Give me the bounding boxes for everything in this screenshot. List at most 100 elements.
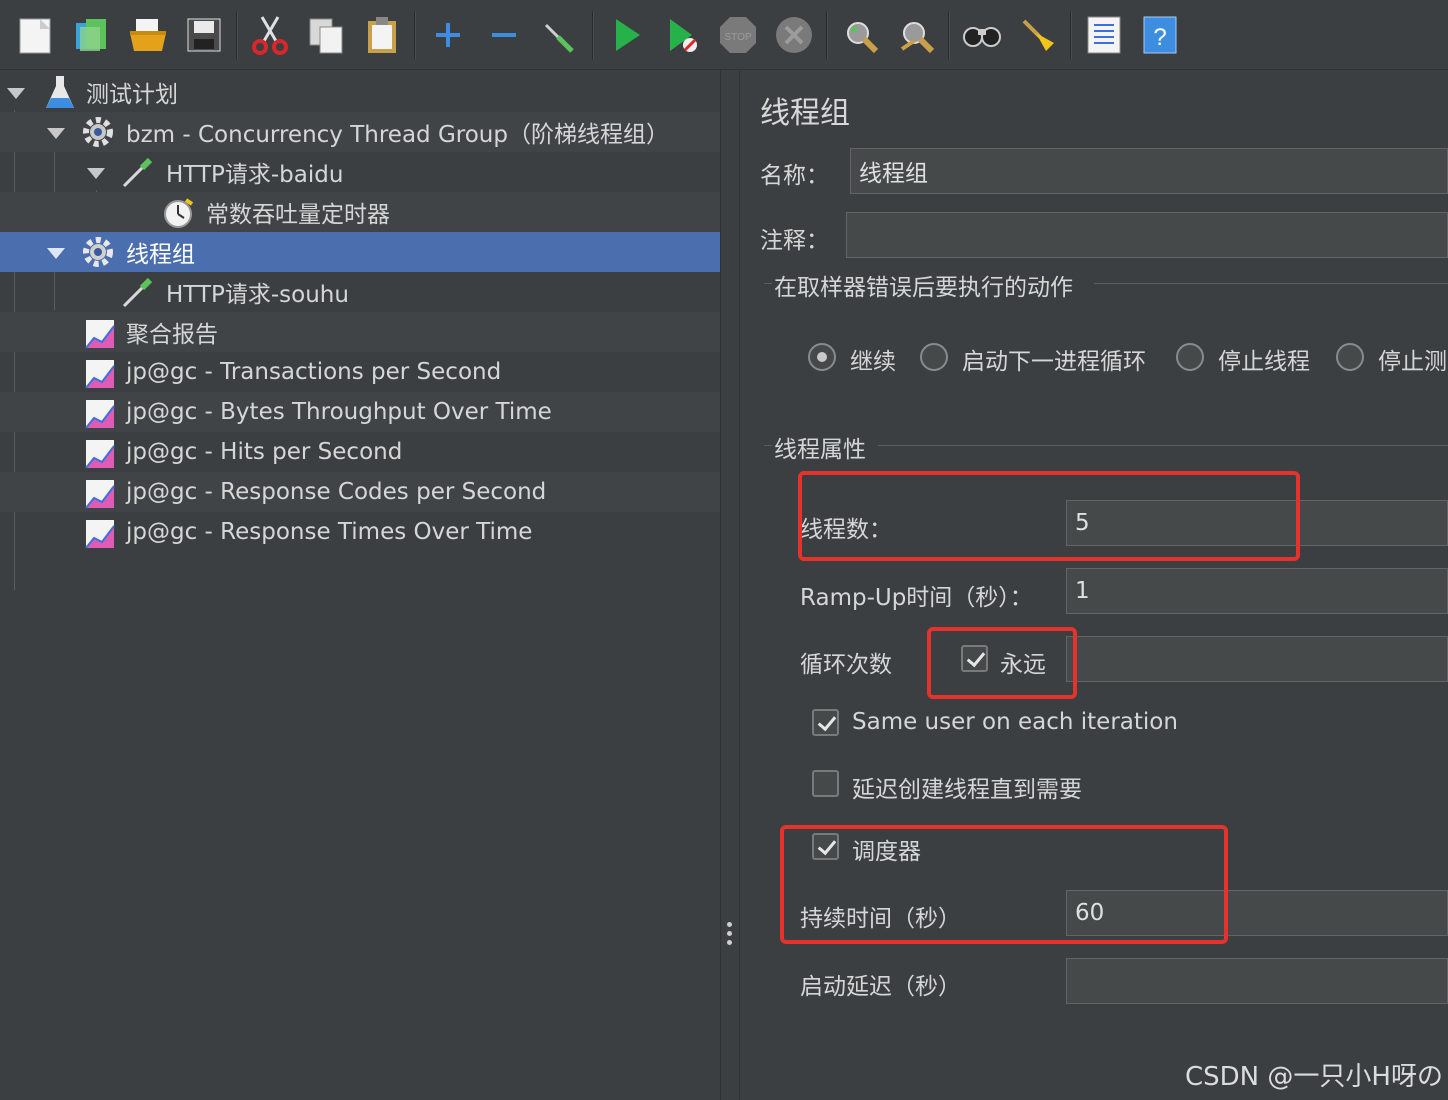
tree-item-label: 聚合报告 [126,322,218,348]
loop-count-label: 循环次数 [800,652,892,678]
templates-icon[interactable] [68,9,116,61]
splitter-grip-icon[interactable] [727,922,733,949]
same-user-checkbox[interactable] [812,709,839,736]
svg-text:?: ? [1153,24,1166,51]
tree-item-label: 测试计划 [86,82,178,108]
test-plan-icon [46,76,74,108]
toolbar-separator [592,10,594,59]
gear-icon [83,237,113,267]
graph-icon [85,320,115,349]
search-icon[interactable] [958,9,1006,61]
group-border [1094,283,1448,284]
paste-icon[interactable] [358,9,406,61]
tree-item-label: 常数吞吐量定时器 [206,202,390,228]
highlight-box-thread-count [798,471,1300,561]
tree-item-transactions-per-second[interactable]: jp@gc - Transactions per Second [0,352,720,392]
copy-icon[interactable] [302,9,350,61]
watermark: CSDN @一只小H呀の [1185,1062,1443,1092]
ramp-up-label: Ramp-Up时间（秒）： [800,585,1033,611]
stop-icon[interactable]: STOP [714,9,762,61]
collapse-arrow-icon[interactable] [87,168,105,179]
toolbar: STOP ? [0,0,1448,70]
gear-icon [83,117,113,147]
toolbar-separator [414,10,416,59]
startup-delay-label: 启动延迟（秒） [800,974,961,1000]
tree-item-label: jp@gc - Response Codes per Second [126,479,547,505]
expand-icon[interactable] [424,9,472,61]
ramp-up-field[interactable]: 1 [1066,568,1448,614]
same-user-label: Same user on each iteration [852,709,1178,735]
tree-item-label: 线程组 [126,242,195,268]
delay-thread-creation-checkbox[interactable] [812,770,839,797]
tree-item-hits-per-second[interactable]: jp@gc - Hits per Second [0,432,720,472]
group-border [764,283,772,284]
toggle-icon[interactable] [536,9,584,61]
shutdown-icon[interactable] [770,9,818,61]
stop-test-radio[interactable] [1336,343,1364,371]
test-plan-tree: 测试计划 bzm - Concurrency Thread Group（阶梯线程… [0,70,720,1100]
collapse-arrow-icon[interactable] [7,88,25,99]
comment-label: 注释： [760,228,829,254]
start-no-pause-icon[interactable] [658,9,706,61]
tree-item-response-times[interactable]: jp@gc - Response Times Over Time [0,512,720,552]
function-helper-icon[interactable] [1080,9,1128,61]
collapse-arrow-icon[interactable] [47,128,65,139]
tree-item-aggregate-report[interactable]: 聚合报告 [0,312,720,352]
tree-item-label: HTTP请求-baidu [166,162,344,188]
tree-item-constant-throughput-timer[interactable]: 常数吞吐量定时器 [0,192,720,232]
tree-item-http-request-baidu[interactable]: HTTP请求-baidu [0,152,720,192]
stop-thread-radio[interactable] [1176,343,1204,371]
help-icon[interactable]: ? [1136,9,1184,61]
pipette-icon [122,277,153,308]
tree-item-label: jp@gc - Transactions per Second [126,359,502,385]
tree-item-bytes-throughput[interactable]: jp@gc - Bytes Throughput Over Time [0,392,720,432]
new-icon[interactable] [12,9,60,61]
start-next-loop-radio-label: 启动下一进程循环 [962,349,1146,375]
graph-icon [85,520,115,549]
reset-search-icon[interactable] [1014,9,1062,61]
name-field[interactable]: 线程组 [850,148,1448,194]
collapse-arrow-icon[interactable] [47,248,65,259]
collapse-icon[interactable] [480,9,528,61]
thread-props-group-title: 线程属性 [774,437,866,463]
toolbar-separator [826,10,828,59]
continue-radio-label: 继续 [850,349,896,375]
tree-item-http-request-souhu[interactable]: HTTP请求-souhu [0,272,720,312]
tree-item-concurrency-thread-group[interactable]: bzm - Concurrency Thread Group（阶梯线程组） [0,112,720,152]
clear-all-icon[interactable] [892,9,940,61]
name-label: 名称： [760,163,829,189]
graph-icon [85,480,115,509]
highlight-box-forever [927,627,1077,699]
pipette-icon [122,157,153,188]
tree-item-test-plan[interactable]: 测试计划 [0,72,720,112]
start-icon[interactable] [602,9,650,61]
graph-icon [85,400,115,429]
start-next-loop-radio[interactable] [920,343,948,371]
toolbar-separator [948,10,950,59]
save-icon[interactable] [180,9,228,61]
cut-icon[interactable] [246,9,294,61]
tree-item-thread-group[interactable]: 线程组 [0,232,720,272]
group-border [764,445,772,446]
panel-title: 线程组 [760,96,850,131]
comment-field[interactable] [846,212,1448,258]
highlight-box-scheduler [780,825,1228,944]
error-action-group-title: 在取样器错误后要执行的动作 [774,275,1073,301]
toolbar-separator [236,10,238,59]
tree-item-label: bzm - Concurrency Thread Group（阶梯线程组） [126,122,669,148]
open-icon[interactable] [124,9,172,61]
tree-item-label: jp@gc - Bytes Throughput Over Time [126,399,552,425]
group-border [878,445,1448,446]
startup-delay-field[interactable] [1066,958,1448,1004]
timer-icon [164,198,194,228]
clear-icon[interactable] [836,9,884,61]
loop-count-field[interactable] [1066,636,1448,682]
stop-thread-radio-label: 停止线程 [1218,349,1310,375]
stop-test-radio-label: 停止测 [1378,349,1447,375]
continue-radio[interactable] [808,343,836,371]
tree-item-label: HTTP请求-souhu [166,282,349,308]
tree-item-response-codes[interactable]: jp@gc - Response Codes per Second [0,472,720,512]
toolbar-separator [1070,10,1072,59]
delay-thread-creation-label: 延迟创建线程直到需要 [852,777,1082,803]
svg-text:STOP: STOP [724,32,751,43]
